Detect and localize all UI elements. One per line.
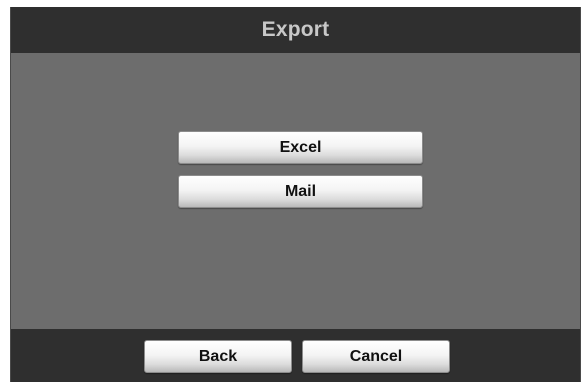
back-button[interactable]: Back [144,340,292,373]
export-mail-button[interactable]: Mail [178,175,423,208]
dialog-content: Excel Mail [11,53,580,329]
dialog-title-bar: Export [11,7,580,53]
export-dialog: Export Excel Mail Back Cancel [10,7,581,382]
export-excel-button[interactable]: Excel [178,131,423,164]
cancel-button[interactable]: Cancel [302,340,450,373]
dialog-title: Export [261,18,330,41]
dialog-footer: Back Cancel [11,329,580,382]
